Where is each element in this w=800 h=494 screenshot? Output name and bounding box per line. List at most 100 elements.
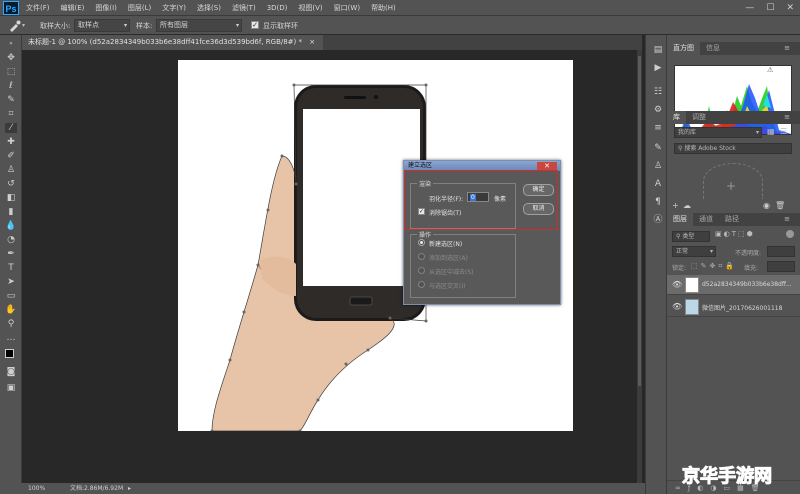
type-tool-icon[interactable]: T [5,263,17,273]
glyphs-panel-icon[interactable]: Ⓐ [652,215,664,225]
creative-cloud-icon[interactable]: ◉ [763,201,770,210]
sample-dropdown[interactable]: 所有图层 ▾ [156,19,242,32]
chevron-down-icon[interactable]: ▾ [22,22,25,29]
layer-filter-select[interactable]: ⚲ 类型 [672,231,710,242]
fill-field[interactable] [767,261,795,272]
subtract-from-selection-radio[interactable] [418,267,425,274]
list-view-icon[interactable]: ☰ [780,127,787,136]
document-tab[interactable]: 未标题-1 @ 100% (d52a2834349b033b6e38dff41f… [22,35,324,50]
hand-tool-icon[interactable]: ✋ [5,305,17,315]
panel-menu-icon[interactable]: ≡ [778,42,796,55]
history-panel-icon[interactable]: ▤ [652,45,664,55]
blur-tool-icon[interactable]: 💧 [5,221,17,231]
menu-3d[interactable]: 3D(D) [267,0,288,16]
opacity-field[interactable] [767,246,795,257]
menu-view[interactable]: 视图(V) [298,0,322,16]
menu-file[interactable]: 文件(F) [26,0,50,16]
history-brush-tool-icon[interactable]: ↺ [5,179,17,189]
add-content-icon[interactable]: + [726,179,736,193]
path-select-tool-icon[interactable]: ➤ [5,277,17,287]
histogram-warning-icon[interactable]: ⚠ [767,66,773,74]
operation-group-label: 操作 [417,230,434,239]
healing-brush-tool-icon[interactable]: ✚ [5,137,17,147]
add-element-icon[interactable]: + [672,201,679,210]
clone-source-panel-icon[interactable]: ♙ [652,161,664,171]
tab-histogram[interactable]: 直方图 [667,42,700,55]
zoom-level[interactable]: 100% [28,483,45,494]
filter-toggle-icon[interactable] [786,230,794,238]
shape-tool-icon[interactable]: ▭ [5,291,17,301]
layer-name[interactable]: 微信图片_20170626001118 [702,303,782,312]
pen-tool-icon[interactable]: ✒ [5,249,17,259]
eyedropper-tool-preset-icon[interactable] [8,19,22,32]
gradient-tool-icon[interactable]: ▮ [5,207,17,217]
menu-window[interactable]: 窗口(W) [334,0,360,16]
more-tools-icon[interactable]: … [5,333,17,343]
panel-menu-icon[interactable]: ≡ [778,213,796,226]
character-panel-icon[interactable]: A [652,179,664,189]
menu-filter[interactable]: 滤镜(T) [232,0,256,16]
menu-edit[interactable]: 编辑(E) [61,0,85,16]
window-controls: — ☐ ✕ [745,0,794,16]
tab-libraries[interactable]: 库 [667,111,686,124]
panel-menu-icon[interactable]: ≡ [778,111,796,124]
add-to-selection-radio[interactable] [418,253,425,260]
lasso-tool-icon[interactable]: ℓ [5,81,17,91]
dodge-tool-icon[interactable]: ◔ [5,235,17,245]
brush-panel-icon[interactable]: ✎ [652,143,664,153]
stock-search-field[interactable]: ⚲ 搜索 Adobe Stock [674,143,792,154]
library-select[interactable]: 我的库 ▾ [674,127,762,138]
visibility-eye-icon[interactable]: 👁 [672,280,682,289]
eraser-tool-icon[interactable]: ◧ [5,193,17,203]
quick-select-tool-icon[interactable]: ✎ [5,95,17,105]
library-trash-icon[interactable]: 🗑 [775,201,785,210]
properties-panel-icon[interactable]: ☷ [652,87,664,97]
sample-size-dropdown[interactable]: 取样点 ▾ [74,19,130,32]
vertical-scrollbar-thumb[interactable] [638,56,641,386]
actions-panel-icon[interactable]: ▶ [652,63,664,73]
blend-mode-select[interactable]: 正常 ▾ [672,246,716,257]
foreground-color-swatch[interactable] [5,349,14,358]
quick-mask-icon[interactable]: ◙ [5,367,17,377]
document-info[interactable]: 文档:2.86M/6.92M [70,483,123,494]
intersect-selection-radio[interactable] [418,281,425,288]
lock-icons[interactable]: ⬚✎✥⌗🔒 [691,262,737,271]
menu-image[interactable]: 图像(I) [95,0,117,16]
adjustments-panel-icon[interactable]: ⚙ [652,105,664,115]
brush-tool-icon[interactable]: ✐ [5,151,17,161]
layer-name[interactable]: d52a2834349b033b6e38dff... [702,281,792,288]
eyedropper-tool-icon[interactable]: ⁄ [5,123,17,133]
tab-layers[interactable]: 图层 [667,213,693,226]
move-tool-icon[interactable]: ✥ [5,53,17,63]
layer-filter-icons[interactable]: ▣◐T⬚⬢ [715,230,755,238]
dialog-close-button[interactable]: ✕ [537,162,557,170]
show-ring-checkbox[interactable]: ✓ [251,21,259,29]
crop-tool-icon[interactable]: ⌗ [5,109,17,119]
screen-mode-icon[interactable]: ▣ [5,383,17,393]
status-menu-arrow-icon[interactable]: ▸ [128,483,131,494]
tab-paths[interactable]: 路径 [719,213,745,226]
new-selection-radio[interactable] [418,239,425,246]
toolbar-collapse-icon[interactable]: » [5,39,17,49]
menu-layer[interactable]: 图层(L) [128,0,151,16]
menu-select[interactable]: 选择(S) [197,0,221,16]
swatches-panel-icon[interactable]: ≡ [652,123,664,133]
restore-button[interactable]: ☐ [766,0,774,16]
close-tab-icon[interactable]: × [309,38,315,46]
zoom-tool-icon[interactable]: ⚲ [5,319,17,329]
marquee-tool-icon[interactable]: ⬚ [5,67,17,77]
menu-help[interactable]: 帮助(H) [371,0,396,16]
menu-type[interactable]: 文字(Y) [162,0,186,16]
tab-channels[interactable]: 通道 [693,213,719,226]
minimize-button[interactable]: — [745,0,754,16]
layer-row[interactable]: 👁 d52a2834349b033b6e38dff... [667,275,800,295]
layer-row[interactable]: 👁 微信图片_20170626001118 [667,297,800,317]
grid-view-icon[interactable]: ▦ [767,127,775,136]
tab-adjustments[interactable]: 调整 [686,111,712,124]
visibility-eye-icon[interactable]: 👁 [672,302,682,311]
clone-stamp-tool-icon[interactable]: ♙ [5,165,17,175]
paragraph-panel-icon[interactable]: ¶ [652,197,664,207]
cloud-sync-icon[interactable]: ☁ [683,201,691,210]
tab-info[interactable]: 信息 [700,42,726,55]
close-window-button[interactable]: ✕ [786,0,794,16]
